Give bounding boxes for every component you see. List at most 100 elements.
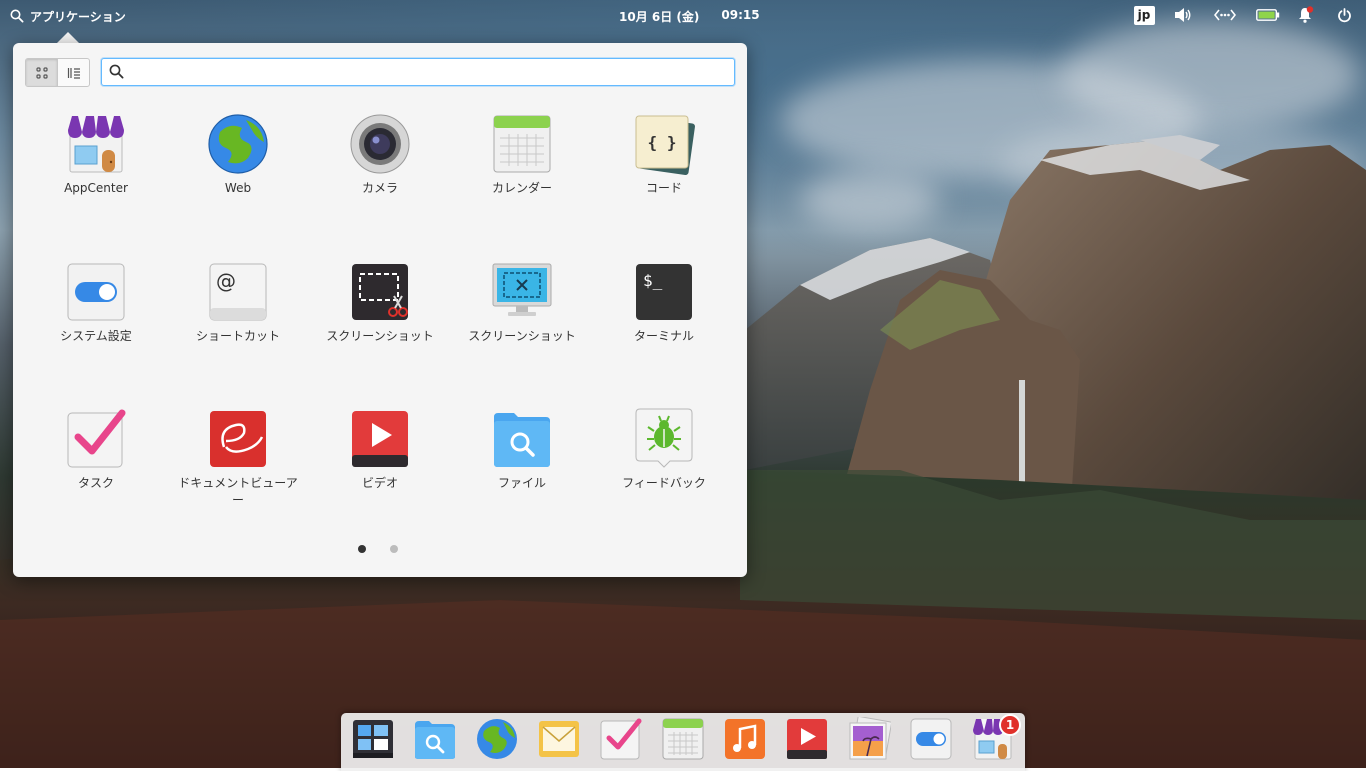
screenshot-monitor-icon	[492, 263, 552, 316]
power-icon	[1337, 7, 1351, 22]
app-screenshot[interactable]: スクリーンショット	[310, 260, 450, 345]
app-label: スクリーンショット	[326, 329, 434, 343]
search-icon	[10, 9, 24, 23]
tasks-icon	[67, 409, 126, 468]
dock: 1	[341, 713, 1025, 771]
dock-item-photos[interactable]	[847, 715, 893, 761]
app-web[interactable]: Web	[168, 112, 308, 197]
date-label: 10月 6日 (金)	[619, 10, 700, 24]
app-files[interactable]: ファイル	[452, 407, 592, 492]
category-view-button[interactable]	[57, 59, 89, 86]
view-mode-switcher	[25, 58, 90, 87]
dock-item-mail[interactable]	[537, 717, 581, 761]
app-feedback[interactable]: フィードバック	[594, 407, 734, 492]
files-icon	[415, 721, 455, 759]
time-label: 09:15	[721, 8, 760, 22]
app-screenshot-2[interactable]: スクリーンショット	[452, 260, 592, 345]
videos-icon	[352, 411, 408, 467]
search-field[interactable]	[101, 58, 735, 86]
app-shortcut[interactable]: @ ショートカット	[168, 260, 308, 345]
page-indicator	[358, 545, 398, 553]
keyboard-layout-indicator[interactable]: jp	[1133, 5, 1155, 25]
datetime-indicator[interactable]: 10月 6日 (金) 09:15	[619, 8, 760, 25]
top-panel: アプリケーション 10月 6日 (金) 09:15 jp	[0, 0, 1366, 30]
app-label: スクリーンショット	[468, 329, 576, 343]
volume-indicator[interactable]	[1172, 5, 1194, 25]
dock-item-videos[interactable]	[785, 717, 829, 761]
app-terminal[interactable]: $_ ターミナル	[594, 260, 734, 345]
system-settings-icon	[910, 718, 952, 760]
page-dot-2[interactable]	[390, 545, 398, 553]
multitasking-view-icon	[353, 720, 393, 758]
grid-view-icon	[35, 66, 48, 79]
app-camera[interactable]: カメラ	[310, 112, 450, 197]
category-view-icon	[67, 67, 80, 79]
dock-item-music[interactable]	[723, 717, 767, 761]
dock-item-system-settings[interactable]	[909, 717, 953, 761]
app-calendar[interactable]: カレンダー	[452, 112, 592, 197]
videos-icon	[787, 719, 827, 759]
tasks-icon	[600, 718, 642, 760]
app-label: ショートカット	[195, 329, 280, 343]
app-label: タスク	[77, 476, 114, 490]
app-tasks[interactable]: タスク	[26, 407, 166, 492]
terminal-icon: $_	[636, 264, 692, 320]
app-label: フィードバック	[622, 476, 706, 490]
files-icon	[494, 413, 550, 467]
document-viewer-icon	[210, 411, 266, 467]
app-label: ビデオ	[361, 476, 398, 490]
app-label: システム設定	[60, 329, 132, 343]
network-indicator[interactable]	[1212, 5, 1238, 25]
applications-menu-button[interactable]: アプリケーション	[10, 7, 126, 25]
appcenter-icon	[68, 116, 124, 173]
svg-text:@: @	[216, 269, 236, 293]
app-videos[interactable]: ビデオ	[310, 407, 450, 492]
app-code[interactable]: { } コード	[594, 112, 734, 197]
app-label: ドキュメントビューアー	[178, 476, 298, 507]
calendar-icon	[662, 718, 704, 760]
app-appcenter[interactable]: AppCenter	[26, 112, 166, 197]
dock-item-calendar[interactable]	[661, 717, 705, 761]
notification-badge: 1	[999, 714, 1021, 736]
grid-view-button[interactable]	[26, 59, 57, 86]
svg-text:$_: $_	[643, 271, 663, 290]
page-dot-1[interactable]	[358, 545, 366, 553]
applications-launcher: AppCenter Web カメラ カレンダー {} コード システム設定 @…	[13, 43, 747, 577]
dock-item-web[interactable]	[475, 717, 519, 761]
app-system-settings[interactable]: システム設定	[26, 260, 166, 345]
applications-label: アプリケーション	[30, 9, 126, 24]
app-label: AppCenter	[64, 181, 128, 195]
photos-icon	[849, 715, 893, 760]
app-label: Web	[224, 181, 252, 195]
svg-text:{ }: { }	[648, 133, 677, 152]
search-icon	[109, 64, 124, 79]
battery-icon	[1256, 9, 1280, 21]
dock-item-tasks[interactable]	[599, 717, 643, 761]
web-browser-icon	[208, 114, 268, 174]
system-settings-icon	[67, 263, 125, 321]
notifications-indicator[interactable]	[1294, 5, 1316, 25]
notification-icon	[1299, 6, 1314, 23]
session-indicator[interactable]	[1333, 5, 1355, 25]
code-editor-icon: { }	[635, 115, 695, 175]
dock-item-multitasking-view[interactable]	[351, 717, 395, 761]
dock-item-appcenter[interactable]: 1	[971, 714, 1021, 761]
app-label: ターミナル	[633, 329, 694, 343]
music-icon	[725, 719, 765, 759]
shortcut-icon: @	[209, 263, 267, 321]
mail-icon	[539, 721, 579, 757]
search-input[interactable]	[130, 62, 724, 82]
volume-icon	[1175, 8, 1191, 22]
camera-icon	[350, 114, 410, 174]
feedback-icon	[635, 408, 693, 468]
app-label: コード	[645, 181, 682, 195]
keyboard-layout-label: jp	[1133, 5, 1155, 25]
screenshot-icon	[352, 264, 408, 320]
dock-item-files[interactable]	[413, 717, 457, 761]
calendar-icon	[493, 115, 551, 173]
app-label: ファイル	[497, 476, 546, 490]
popover-arrow	[57, 32, 79, 43]
power-indicator[interactable]	[1255, 5, 1281, 25]
app-document-viewer[interactable]: ドキュメントビューアー	[168, 407, 308, 509]
app-label: カレンダー	[491, 181, 552, 195]
